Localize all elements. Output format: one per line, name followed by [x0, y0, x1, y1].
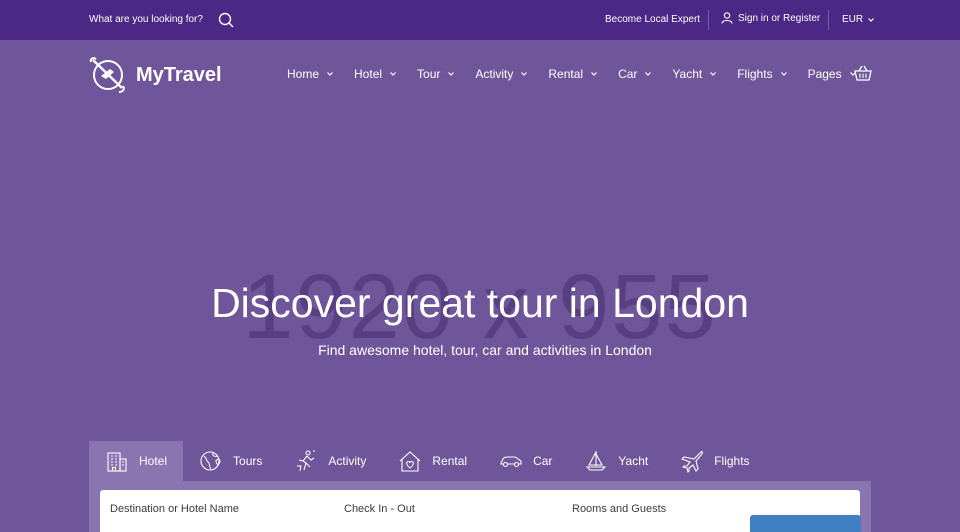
currency-label: EUR	[842, 14, 864, 25]
nav-item-flights[interactable]: Flights	[737, 67, 787, 81]
nav-item-rental[interactable]: Rental	[548, 67, 598, 81]
search-form: Destination or Hotel Name Check In - Out…	[100, 490, 861, 532]
chevron-down-icon	[390, 72, 396, 76]
chevron-down-icon	[780, 72, 787, 76]
basket-icon[interactable]	[854, 65, 872, 81]
nav-item-hotel[interactable]: Hotel	[354, 67, 396, 81]
brand-name: MyTravel	[136, 63, 222, 86]
nav-item-activity[interactable]: Activity	[475, 67, 528, 81]
tab-label: Yacht	[618, 454, 649, 468]
tab-yacht[interactable]: Yacht	[568, 441, 664, 481]
hero-title: Discover great tour in London	[211, 280, 749, 326]
tab-car[interactable]: Car	[483, 441, 568, 481]
nav-label: Yacht	[672, 67, 703, 81]
nav-label: Car	[618, 67, 638, 81]
search-icon[interactable]	[218, 12, 234, 28]
globe-pin-icon	[200, 451, 221, 471]
tab-label: Tours	[233, 454, 263, 468]
nav-label: Flights	[737, 67, 773, 81]
destination-field-label: Destination or Hotel Name	[110, 503, 240, 515]
plane-logo-icon	[89, 57, 125, 93]
nav-label: Hotel	[354, 67, 383, 81]
nav-label: Activity	[475, 67, 514, 81]
tab-label: Activity	[328, 454, 367, 468]
logo[interactable]: MyTravel	[88, 56, 222, 94]
chevron-down-icon	[868, 17, 875, 22]
nav-item-tour[interactable]: Tour	[417, 67, 455, 81]
sign-in-link[interactable]: Sign in or Register	[721, 12, 820, 24]
guests-field-label: Rooms and Guests	[572, 503, 667, 515]
chevron-down-icon	[327, 72, 333, 76]
nav-label: Pages	[807, 67, 842, 81]
become-local-expert-link[interactable]: Become Local Expert	[605, 14, 700, 25]
top-bar: What are you looking for? Become Local E…	[0, 0, 960, 40]
sign-in-label: Sign in or Register	[738, 12, 821, 24]
search-input[interactable]: What are you looking for?	[89, 14, 203, 25]
main-nav: Home Hotel Tour Activity Rental Car Yach…	[287, 67, 877, 81]
divider	[828, 10, 829, 30]
currency-select[interactable]: EUR	[842, 14, 875, 25]
nav-item-pages[interactable]: Pages	[808, 67, 856, 81]
tab-rental[interactable]: Rental	[382, 441, 483, 481]
tab-activity[interactable]: Activity	[278, 441, 382, 481]
chevron-down-icon	[645, 72, 652, 76]
tab-label: Car	[533, 454, 553, 468]
sailboat-icon	[586, 451, 607, 471]
user-icon	[721, 12, 733, 24]
hotel-icon	[107, 452, 127, 472]
airplane-icon	[681, 451, 704, 473]
nav-item-home[interactable]: Home	[287, 67, 333, 81]
chevron-down-icon	[591, 72, 598, 76]
tab-label: Hotel	[139, 454, 168, 468]
activity-icon	[297, 450, 316, 472]
tab-hotel[interactable]: Hotel	[89, 441, 184, 481]
nav-item-car[interactable]: Car	[618, 67, 652, 81]
nav-label: Home	[287, 67, 320, 81]
chevron-down-icon	[521, 72, 528, 76]
tab-tours[interactable]: Tours	[183, 441, 278, 481]
search-button[interactable]	[750, 515, 861, 532]
nav-label: Rental	[548, 67, 584, 81]
divider	[708, 10, 709, 30]
house-heart-icon	[400, 451, 421, 472]
tab-label: Rental	[432, 454, 468, 468]
nav-item-yacht[interactable]: Yacht	[672, 67, 717, 81]
chevron-down-icon	[710, 72, 717, 76]
tab-flights[interactable]: Flights	[664, 441, 765, 481]
hero-subtitle: Find awesome hotel, tour, car and activi…	[318, 342, 652, 358]
car-icon	[500, 456, 522, 468]
checkin-field-label: Check In - Out	[344, 503, 415, 515]
search-tabs: Hotel Tours Activity Rental Car Yacht Fl…	[89, 441, 766, 481]
nav-label: Tour	[417, 67, 441, 81]
tab-label: Flights	[714, 454, 750, 468]
chevron-down-icon	[448, 72, 455, 76]
